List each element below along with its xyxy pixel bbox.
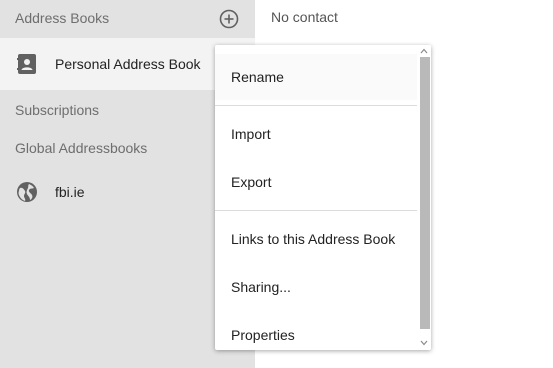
menu-divider xyxy=(215,210,417,211)
globe-icon xyxy=(16,181,38,203)
address-book-label: Personal Address Book xyxy=(55,56,201,72)
menu-item-properties[interactable]: Properties xyxy=(215,312,417,350)
subscriptions-header: Subscriptions xyxy=(15,102,100,118)
empty-list-message: No contact xyxy=(271,9,338,25)
menu-item-sharing[interactable]: Sharing... xyxy=(215,264,417,310)
menu-item-import[interactable]: Import xyxy=(215,111,417,157)
menu-item-rename[interactable]: Rename xyxy=(215,54,417,100)
menu-item-links[interactable]: Links to this Address Book xyxy=(215,216,417,262)
menu-item-export[interactable]: Export xyxy=(215,159,417,205)
scroll-up-icon[interactable] xyxy=(417,45,431,57)
add-circle-icon xyxy=(219,9,239,29)
address-book-context-menu: Rename Import Export Links to this Addre… xyxy=(215,45,431,350)
scroll-thumb[interactable] xyxy=(420,57,430,329)
address-book-label: fbi.ie xyxy=(55,184,85,200)
address-books-header: Address Books xyxy=(15,10,110,26)
contact-card-icon xyxy=(16,53,38,75)
menu-scrollbar[interactable] xyxy=(417,45,431,350)
scroll-down-icon[interactable] xyxy=(417,337,431,349)
menu-divider xyxy=(215,105,417,106)
global-addressbooks-header: Global Addressbooks xyxy=(15,140,148,156)
add-address-book-button[interactable] xyxy=(219,9,239,29)
